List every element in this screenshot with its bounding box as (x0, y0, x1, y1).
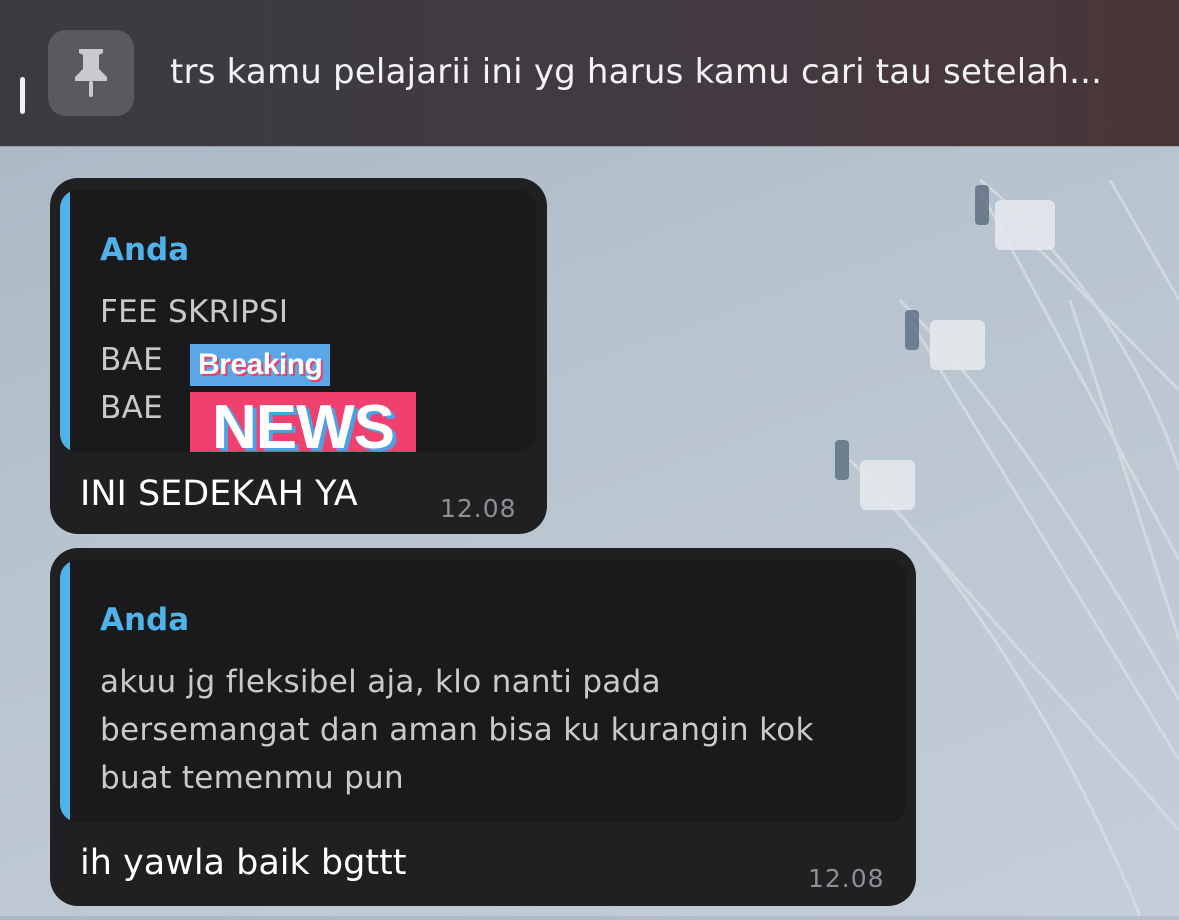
reply-text-line: akuu jg fleksibel aja, klo nanti pada (100, 664, 661, 700)
message-timestamp: 12.08 (440, 494, 517, 523)
reply-sender-name: Anda (100, 602, 190, 638)
reply-text-line: BAE (100, 342, 163, 378)
pinned-indicator (20, 77, 25, 114)
reply-accent-bar (60, 190, 70, 452)
message-text: INI SEDEKAH YA (80, 474, 358, 514)
message-bubble[interactable]: Anda akuu jg fleksibel aja, klo nanti pa… (50, 548, 916, 906)
breaking-news-sticker-top: Breaking (190, 344, 331, 386)
reply-text-line: BAE (100, 390, 163, 426)
reply-text-line: buat temenmu pun (100, 760, 404, 796)
reply-quote[interactable]: Anda akuu jg fleksibel aja, klo nanti pa… (60, 560, 906, 822)
breaking-news-sticker-bottom: NEWS (190, 392, 416, 452)
reply-sender-name: Anda (100, 232, 190, 268)
reply-text-line: bersemangat dan aman bisa ku kurangin ko… (100, 712, 814, 748)
reply-accent-bar (60, 560, 70, 822)
pin-icon (48, 30, 134, 116)
pinned-message-bar[interactable]: trs kamu pelajarii ini yg harus kamu car… (0, 0, 1179, 146)
message-text: ih yawla baik bgttt (80, 843, 407, 883)
message-timestamp: 12.08 (808, 864, 885, 893)
reply-quote[interactable]: Anda FEE SKRIPSI BAE BAE Breaking NEWS (60, 190, 536, 452)
message-bubble[interactable]: Anda FEE SKRIPSI BAE BAE Breaking NEWS I… (50, 178, 547, 534)
pinned-message-text: trs kamu pelajarii ini yg harus kamu car… (170, 52, 1103, 92)
reply-text-line: FEE SKRIPSI (100, 294, 289, 330)
